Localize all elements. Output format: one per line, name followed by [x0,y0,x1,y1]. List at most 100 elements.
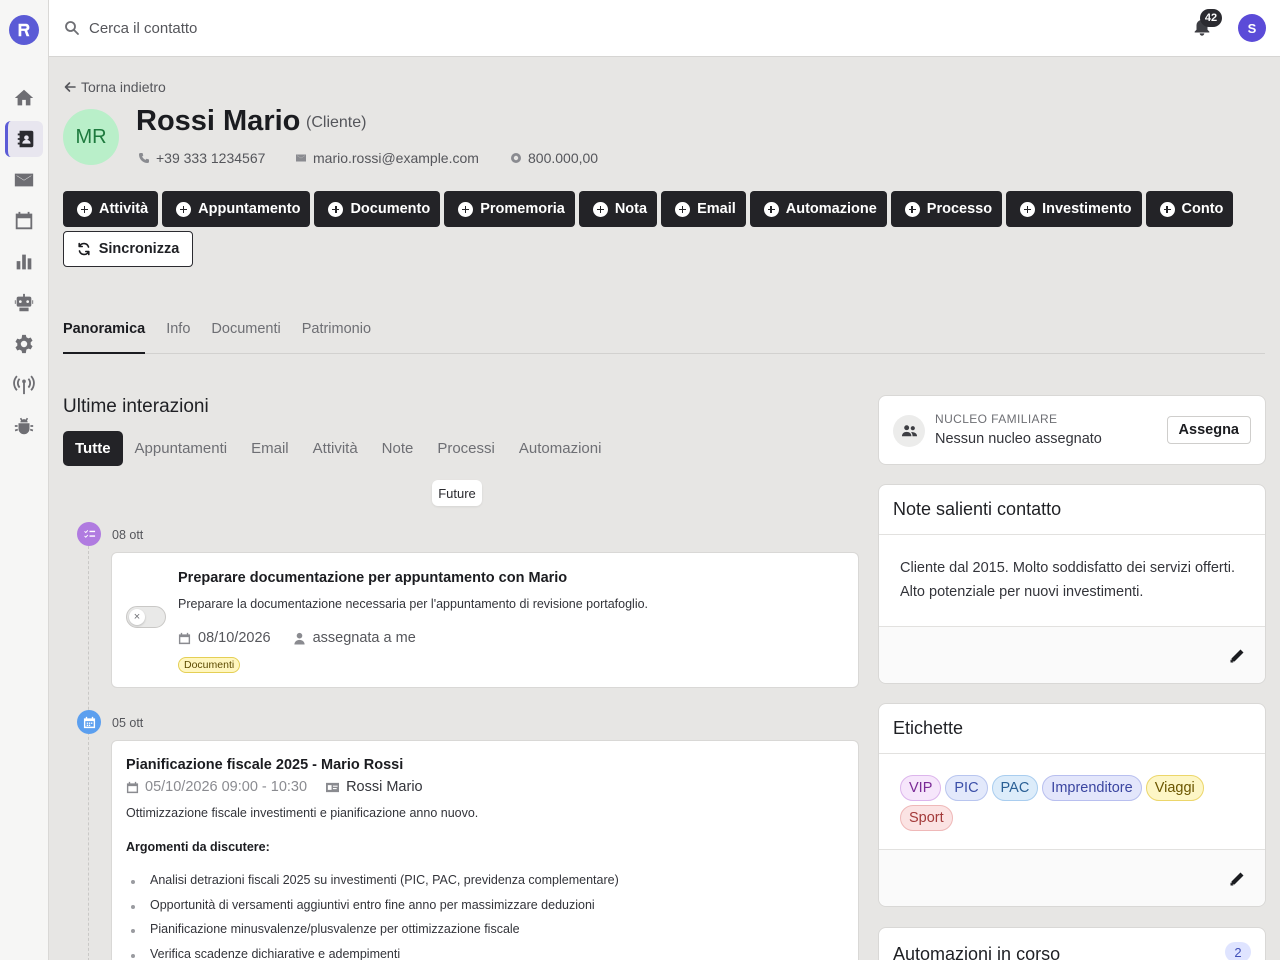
plus-circle-icon [1159,201,1175,217]
plus-circle-icon [77,201,92,217]
tab-overview[interactable]: Panoramica [63,321,146,354]
add-account-button[interactable]: Conto [1145,191,1234,227]
add-email-button[interactable]: Email [661,191,746,227]
plus-circle-icon [1020,201,1036,217]
label-tag: PAC [991,775,1039,801]
task-due-date: 08/10/2026 [198,630,271,646]
checklist-icon [83,529,95,538]
filter-activities[interactable]: Attività [301,431,370,466]
contact-type: (Cliente) [306,114,367,131]
notes-text: Cliente dal 2015. Molto soddisfatto dei … [900,560,1236,600]
timeline-task-date: 08 ott [112,528,144,542]
tab-documents[interactable]: Documenti [211,321,280,354]
contact-avatar: MR [63,109,119,165]
assign-family-button[interactable]: Assegna [1166,416,1251,444]
appointment-topics-heading: Argomenti da discutere: [126,840,270,854]
appointment-meta: 05/10/2026 09:00 - 10:30 Rossi Mario [126,779,423,795]
add-process-button[interactable]: Processo [890,191,1003,227]
automations-card: Automazioni in corso 2 [878,927,1266,960]
plus-circle-icon [458,201,474,217]
label-tag: Viaggi [1145,775,1204,801]
add-activity-button[interactable]: Attività [63,191,159,227]
edit-notes-button[interactable] [1229,648,1245,664]
list-item: Analisi detrazioni fiscali 2025 su inves… [131,873,619,898]
interactions-title: Ultime interazioni [63,396,209,417]
filter-processes[interactable]: Processi [425,431,507,466]
label-tag: VIP [900,775,942,801]
tab-wealth[interactable]: Patrimonio [302,321,371,354]
filter-appointments[interactable]: Appuntamenti [123,431,240,466]
plus-circle-icon [328,201,344,217]
back-link-label: Torna indietro [81,79,166,95]
appointment-contact[interactable]: Rossi Mario [346,779,423,795]
add-reminder-label: Promemoria [480,201,565,217]
contact-tabs: Panoramica Info Documenti Patrimonio [63,321,1265,354]
phone-icon [139,153,149,163]
plus-circle-icon [176,201,192,217]
add-email-label: Email [697,201,736,217]
users-icon [901,424,917,436]
list-item: Pianificazione minusvalenze/plusvalenze … [131,922,619,947]
pencil-icon [1230,872,1244,886]
sidebar-item-bug[interactable] [5,408,43,444]
filter-notes[interactable]: Note [370,431,426,466]
sidebar-item-antenna[interactable] [5,367,43,403]
sidebar-item-contacts[interactable] [5,121,43,157]
plus-circle-icon [763,201,779,217]
add-automation-button[interactable]: Automazione [749,191,887,227]
labels-list: VIP PIC PAC Imprenditore Viaggi Sport [900,775,1250,831]
add-account-label: Conto [1181,201,1224,217]
edit-labels-button[interactable] [1229,871,1245,887]
plus-circle-icon [904,201,920,217]
add-investment-label: Investimento [1042,201,1132,217]
timeline-task-marker [77,522,101,546]
contact-email-value: mario.rossi@example.com [313,150,479,166]
add-process-label: Processo [926,201,993,217]
add-appointment-label: Appuntamento [198,201,301,217]
sidebar-item-robot[interactable] [5,285,43,321]
refresh-icon [78,242,90,256]
mail-icon [296,154,306,162]
timeline-appointment-marker [77,710,101,734]
add-note-label: Nota [614,201,648,217]
id-card-icon [326,782,340,792]
sidebar-item-calendar[interactable] [5,203,43,239]
sidebar-item-settings[interactable] [5,326,43,362]
add-note-button[interactable]: Nota [578,191,658,227]
action-buttons: Attività Appuntamento Documento Promemor… [63,191,1268,227]
task-meta: 08/10/2026 assegnata a me [178,630,416,646]
user-avatar[interactable]: S [1238,14,1266,42]
sidebar-item-mail[interactable] [5,162,43,198]
add-reminder-button[interactable]: Promemoria [444,191,575,227]
automations-title: Automazioni in corso [893,943,1061,960]
appointment-title: Pianificazione fiscale 2025 - Mario Ross… [126,757,404,773]
search-input[interactable] [89,14,489,42]
filter-email[interactable]: Email [239,431,301,466]
label-tag: Sport [900,805,953,831]
plus-circle-icon [675,201,691,217]
appointment-card[interactable]: Pianificazione fiscale 2025 - Mario Ross… [111,740,859,960]
robot-icon [14,293,34,312]
filter-all[interactable]: Tutte [63,431,123,466]
contact-email[interactable]: mario.rossi@example.com [295,150,479,166]
user-icon [293,632,305,645]
app-logo[interactable] [9,15,39,45]
timeline-line [88,546,89,960]
task-card[interactable]: Preparare documentazione per appuntament… [111,552,859,688]
tab-info[interactable]: Info [166,321,190,354]
gear-icon [15,334,33,354]
back-link[interactable]: Torna indietro [63,79,166,95]
future-divider-label: Future [432,480,482,506]
sync-button[interactable]: Sincronizza [63,231,193,267]
add-document-button[interactable]: Documento [314,191,441,227]
sidebar-item-reports[interactable] [5,244,43,280]
contact-book-icon [17,130,33,148]
family-label: NUCLEO FAMILIARE [935,412,1058,426]
add-investment-button[interactable]: Investimento [1006,191,1142,227]
sidebar-item-home[interactable] [5,80,43,116]
add-appointment-button[interactable]: Appuntamento [162,191,311,227]
contact-phone[interactable]: +39 333 1234567 [138,150,265,166]
filter-automations[interactable]: Automazioni [507,431,614,466]
task-complete-toggle[interactable] [126,606,166,628]
label-tag: Imprenditore [1042,775,1142,801]
